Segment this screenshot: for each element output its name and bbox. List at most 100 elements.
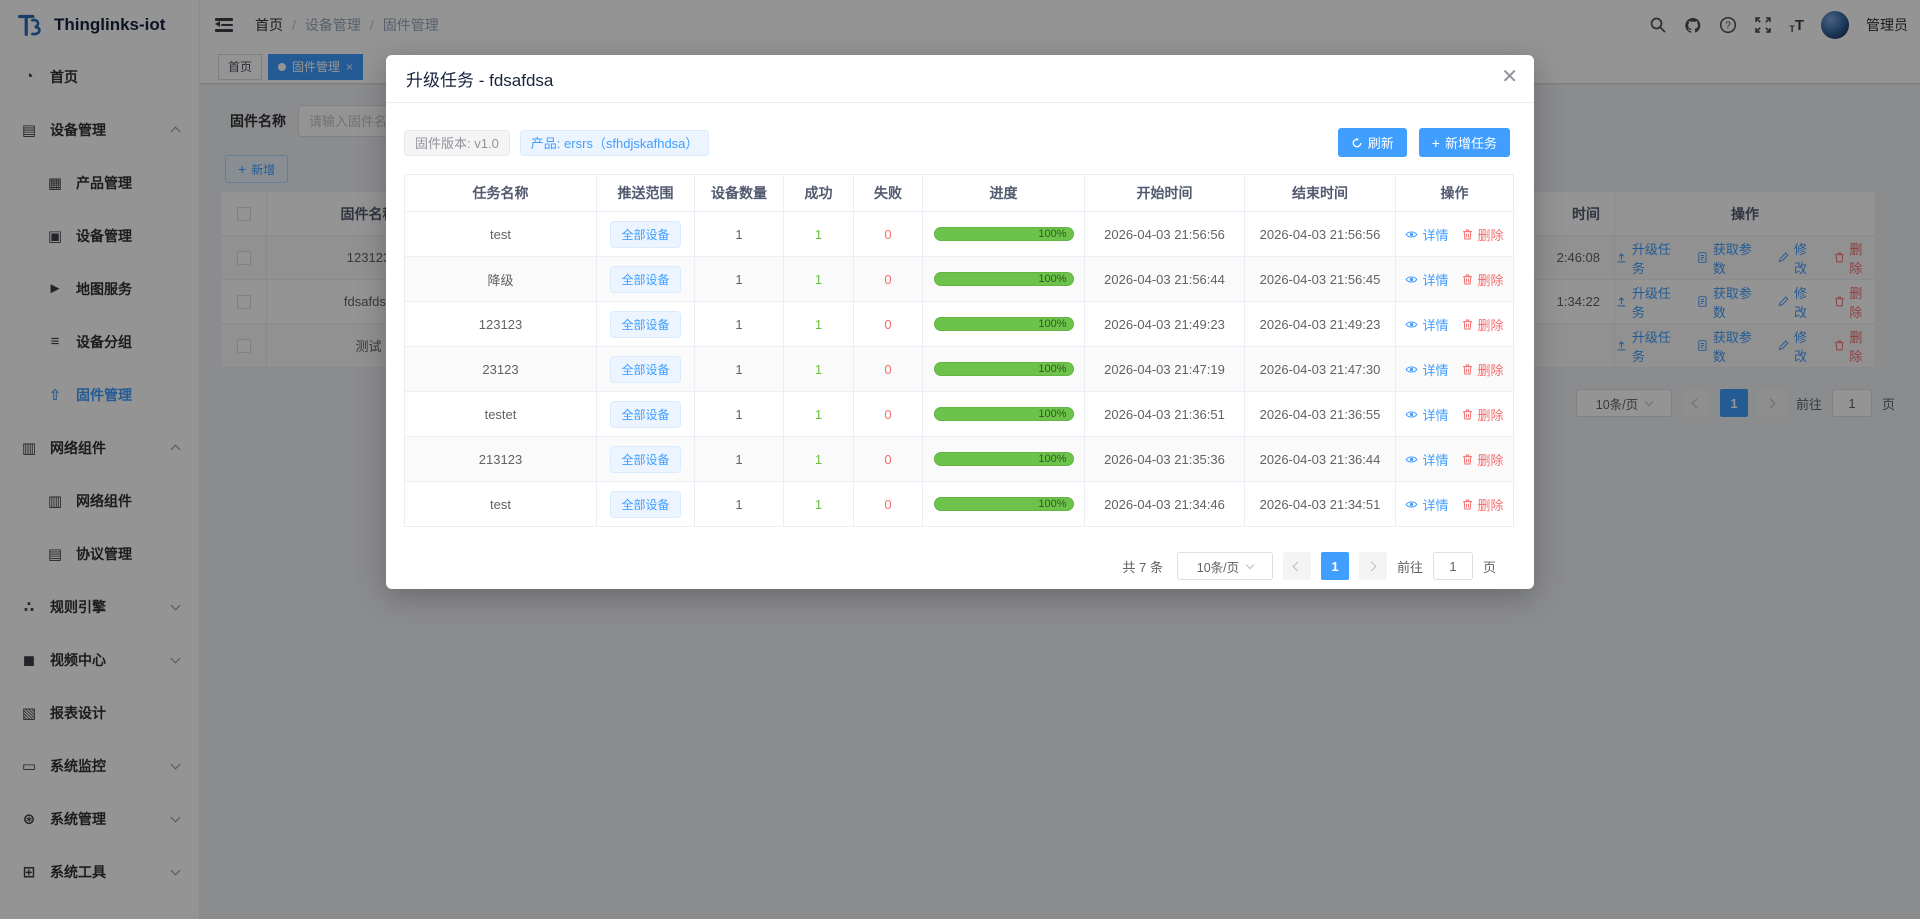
detail-link[interactable]: 详情: [1405, 360, 1448, 379]
device-count-cell: 1: [695, 347, 784, 391]
success-count-cell: 1: [784, 302, 854, 346]
device-count-cell: 1: [695, 482, 784, 526]
row-actions-cell: 详情 删除: [1396, 437, 1513, 481]
delete-link[interactable]: 删除: [1461, 315, 1504, 334]
refresh-button[interactable]: 刷新: [1338, 128, 1407, 157]
row-actions-cell: 详情 删除: [1396, 257, 1513, 301]
total-count: 共 7 条: [1123, 557, 1163, 576]
eye-icon: [1405, 498, 1418, 511]
push-scope-cell: 全部设备: [597, 437, 695, 481]
success-count-cell: 1: [784, 257, 854, 301]
current-page-button[interactable]: 1: [1321, 552, 1349, 580]
end-time-cell: 2026-04-03 21:36:55: [1245, 392, 1396, 436]
success-count-cell: 1: [784, 392, 854, 436]
end-time-cell: 2026-04-03 21:36:44: [1245, 437, 1396, 481]
detail-link[interactable]: 详情: [1405, 270, 1448, 289]
column-header: 进度: [923, 175, 1085, 211]
detail-link[interactable]: 详情: [1405, 450, 1448, 469]
device-count-cell: 1: [695, 392, 784, 436]
chevron-down-icon: [1246, 560, 1254, 568]
task-row: test 全部设备 1 1 0 100% 2026-04-03 21:56:56…: [405, 211, 1513, 256]
firmware-version-tag: 固件版本: v1.0: [404, 130, 510, 156]
start-time-cell: 2026-04-03 21:56:56: [1085, 212, 1245, 256]
push-scope-cell: 全部设备: [597, 302, 695, 346]
fail-count-cell: 0: [854, 347, 923, 391]
trash-icon: [1461, 498, 1474, 511]
delete-link[interactable]: 删除: [1461, 495, 1504, 514]
app-root: Thinglinks-iot ◔ 首页 ▤ 设备管理 ▦ 产品管理 ▣ 设备管理…: [0, 0, 1920, 919]
trash-icon: [1461, 453, 1474, 466]
detail-link[interactable]: 详情: [1405, 315, 1448, 334]
end-time-cell: 2026-04-03 21:56:45: [1245, 257, 1396, 301]
progress-cell: 100%: [923, 212, 1085, 256]
scope-tag: 全部设备: [610, 311, 680, 338]
success-count-cell: 1: [784, 437, 854, 481]
start-time-cell: 2026-04-03 21:56:44: [1085, 257, 1245, 301]
modal-title: 升级任务 - fdsafdsa: [406, 66, 553, 91]
row-actions-cell: 详情 删除: [1396, 302, 1513, 346]
detail-link[interactable]: 详情: [1405, 495, 1448, 514]
scope-tag: 全部设备: [610, 446, 680, 473]
end-time-cell: 2026-04-03 21:56:56: [1245, 212, 1396, 256]
plus-icon: +: [1432, 136, 1440, 150]
page-size-select[interactable]: 10条/页: [1177, 552, 1273, 580]
task-name-cell: 降级: [405, 257, 597, 301]
trash-icon: [1461, 363, 1474, 376]
fail-count-cell: 0: [854, 302, 923, 346]
new-task-button[interactable]: + 新增任务: [1419, 128, 1510, 157]
scope-tag: 全部设备: [610, 221, 680, 248]
device-count-cell: 1: [695, 437, 784, 481]
task-name-cell: 23123: [405, 347, 597, 391]
trash-icon: [1461, 228, 1474, 241]
modal-pagination: 共 7 条 10条/页 1 前往 页: [404, 552, 1516, 580]
push-scope-cell: 全部设备: [597, 482, 695, 526]
device-count-cell: 1: [695, 212, 784, 256]
task-table: 任务名称推送范围设备数量成功失败进度开始时间结束时间操作 test 全部设备 1…: [404, 174, 1514, 527]
scope-tag: 全部设备: [610, 491, 680, 518]
next-page-button[interactable]: [1359, 552, 1387, 580]
push-scope-cell: 全部设备: [597, 392, 695, 436]
delete-link[interactable]: 删除: [1461, 360, 1504, 379]
close-icon[interactable]: ✕: [1501, 67, 1518, 87]
detail-link[interactable]: 详情: [1405, 405, 1448, 424]
column-header: 任务名称: [405, 175, 597, 211]
detail-link[interactable]: 详情: [1405, 225, 1448, 244]
task-row: test 全部设备 1 1 0 100% 2026-04-03 21:34:46…: [405, 481, 1513, 526]
column-header: 操作: [1396, 175, 1513, 211]
delete-link[interactable]: 删除: [1461, 450, 1504, 469]
task-row: testet 全部设备 1 1 0 100% 2026-04-03 21:36:…: [405, 391, 1513, 436]
delete-link[interactable]: 删除: [1461, 225, 1504, 244]
task-name-cell: test: [405, 482, 597, 526]
success-count-cell: 1: [784, 347, 854, 391]
success-count-cell: 1: [784, 482, 854, 526]
progress-cell: 100%: [923, 482, 1085, 526]
modal-header: 升级任务 - fdsafdsa ✕: [386, 55, 1534, 103]
eye-icon: [1405, 228, 1418, 241]
modal-toolbar: 固件版本: v1.0 产品: ersrs（sfhdjskafhdsa） 刷新 +…: [404, 128, 1516, 157]
task-table-body: test 全部设备 1 1 0 100% 2026-04-03 21:56:56…: [405, 211, 1513, 526]
success-count-cell: 1: [784, 212, 854, 256]
eye-icon: [1405, 318, 1418, 331]
fail-count-cell: 0: [854, 437, 923, 481]
column-header: 开始时间: [1085, 175, 1245, 211]
progress-bar: 100%: [934, 497, 1074, 511]
progress-bar: 100%: [934, 227, 1074, 241]
goto-unit: 页: [1483, 557, 1496, 576]
start-time-cell: 2026-04-03 21:35:36: [1085, 437, 1245, 481]
task-row: 降级 全部设备 1 1 0 100% 2026-04-03 21:56:44 2…: [405, 256, 1513, 301]
task-name-cell: testet: [405, 392, 597, 436]
column-header: 设备数量: [695, 175, 784, 211]
modal-buttons: 刷新 + 新增任务: [1338, 128, 1510, 157]
end-time-cell: 2026-04-03 21:34:51: [1245, 482, 1396, 526]
delete-link[interactable]: 删除: [1461, 270, 1504, 289]
column-header: 推送范围: [597, 175, 695, 211]
prev-page-button[interactable]: [1283, 552, 1311, 580]
task-row: 23123 全部设备 1 1 0 100% 2026-04-03 21:47:1…: [405, 346, 1513, 391]
delete-link[interactable]: 删除: [1461, 405, 1504, 424]
progress-cell: 100%: [923, 392, 1085, 436]
progress-bar: 100%: [934, 452, 1074, 466]
progress-bar: 100%: [934, 317, 1074, 331]
progress-bar: 100%: [934, 272, 1074, 286]
task-name-cell: 123123: [405, 302, 597, 346]
goto-page-input[interactable]: [1433, 552, 1473, 580]
